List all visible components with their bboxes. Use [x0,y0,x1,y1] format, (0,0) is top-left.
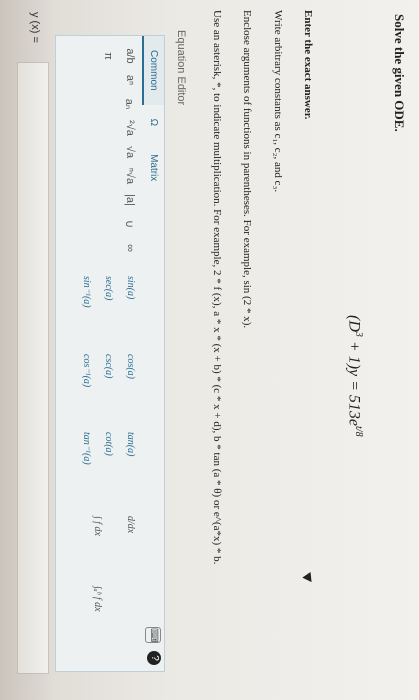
power-button[interactable]: aⁿ [114,68,136,92]
calculus-tools: d/dx ∫ f dx ∫ₐᵇ f dx [70,516,136,656]
mouse-cursor-icon [302,571,316,586]
abs-button[interactable]: |a| [114,188,136,212]
instruction-parentheses: Enclose arguments of functions in parent… [241,10,253,329]
csc-button[interactable]: csc(a) [92,354,114,432]
tab-greek[interactable]: Ω [142,105,164,140]
help-icon[interactable]: ? [147,651,161,665]
ode-lhs: (D [345,315,363,332]
derivative-button[interactable]: d/dx [103,516,136,586]
equation-editor: Common Ω Matrix ⌨ ? a/b aⁿ aₙ ²√a √a ⁿ√a… [55,35,165,672]
editor-tools: ⌨ ? [145,627,161,665]
sin-button[interactable]: sin(a) [114,276,136,354]
union-button[interactable]: ∪ [114,212,136,236]
nthroot-button[interactable]: ⁿ√a [114,164,136,188]
sqrt-button[interactable]: √a [114,140,136,164]
integral-button[interactable]: ∫ f dx [70,516,103,586]
keyboard-icon[interactable]: ⌨ [145,627,161,643]
answer-input[interactable] [17,62,49,674]
tab-common[interactable]: Common [142,36,164,105]
ode-equation: (D3 + 1)y = 513et/8 [345,315,364,437]
instruction-exact: Enter the exact answer. [302,10,314,120]
instruction-asterisk: Use an asterisk, *, to indicate multipli… [211,10,223,565]
subscript-button[interactable]: aₙ [114,92,136,116]
arcsin-button[interactable]: sin⁻¹(a) [70,276,92,354]
symbol-palette: a/b aⁿ aₙ ²√a √a ⁿ√a |a| ∪ ∞ π [92,44,136,260]
answer-label: y (x) = [29,12,41,43]
arccos-button[interactable]: cos⁻¹(a) [70,354,92,432]
cos-button[interactable]: cos(a) [114,354,136,432]
question-page: Solve the given ODE. (D3 + 1)y = 513et/8… [0,0,419,700]
tan-button[interactable]: tan(a) [114,432,136,510]
trig-functions: sin(a) cos(a) tan(a) sec(a) csc(a) cot(a… [70,276,136,510]
answer-row: y (x) = [15,12,51,682]
definite-integral-button[interactable]: ∫ₐᵇ f dx [70,586,103,656]
infinity-button[interactable]: ∞ [114,236,136,260]
sqrt2-button[interactable]: ²√a [114,116,136,140]
sec-button[interactable]: sec(a) [92,276,114,354]
instruction-constants: Write arbitrary constants as c₁, c₂, and… [272,10,284,193]
ode-exponent: t/8 [353,426,364,437]
fraction-button[interactable]: a/b [114,44,136,68]
arctan-button[interactable]: tan⁻¹(a) [70,432,92,510]
ode-rest: + 1)y = 513e [345,336,363,427]
equation-editor-label: Equation Editor [175,30,187,106]
cot-button[interactable]: cot(a) [92,432,114,510]
pi-button[interactable]: π [92,44,114,68]
tab-matrix[interactable]: Matrix [142,140,164,195]
question-title: Solve the given ODE. [392,14,407,132]
editor-tabs: Common Ω Matrix [142,36,164,671]
